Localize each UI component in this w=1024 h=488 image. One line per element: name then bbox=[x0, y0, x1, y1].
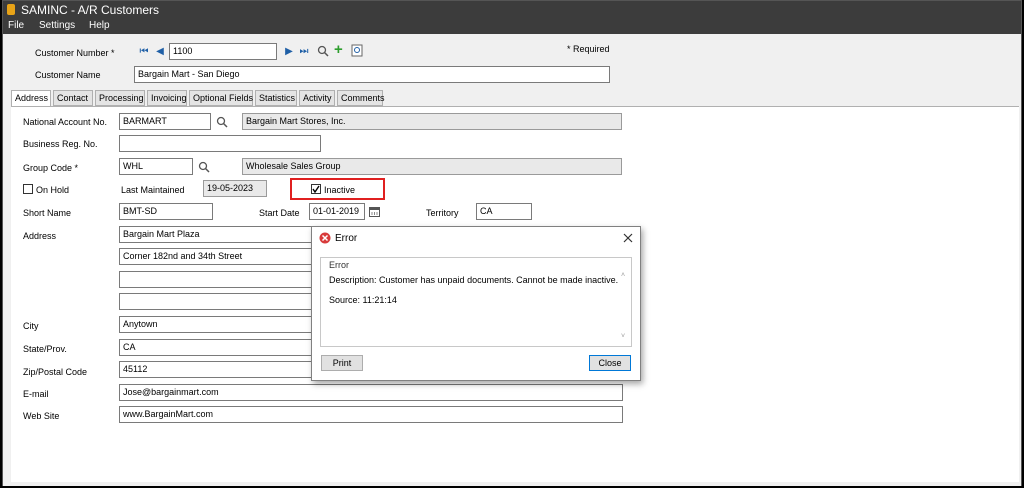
on-hold-checkbox[interactable] bbox=[23, 184, 33, 194]
state-label: State/Prov. bbox=[23, 344, 67, 354]
close-button[interactable]: Close bbox=[589, 355, 631, 371]
territory-label: Territory bbox=[426, 208, 459, 218]
error-group: Error Description: Customer has unpaid d… bbox=[320, 257, 632, 347]
add-record-icon[interactable]: + bbox=[334, 42, 343, 57]
tab-processing[interactable]: Processing bbox=[95, 90, 145, 106]
finder-icon[interactable] bbox=[317, 45, 329, 57]
national-account-finder-icon[interactable] bbox=[216, 116, 228, 128]
menu-settings[interactable]: Settings bbox=[39, 20, 75, 31]
tab-invoicing[interactable]: Invoicing bbox=[147, 90, 187, 106]
website-input[interactable]: www.BargainMart.com bbox=[119, 406, 623, 423]
business-reg-label: Business Reg. No. bbox=[23, 139, 98, 149]
short-name-input[interactable]: BMT-SD bbox=[119, 203, 213, 220]
print-button[interactable]: Print bbox=[321, 355, 363, 371]
group-code-description: Wholesale Sales Group bbox=[242, 158, 622, 175]
website-label: Web Site bbox=[23, 411, 60, 421]
email-label: E-mail bbox=[23, 389, 49, 399]
group-code-finder-icon[interactable] bbox=[198, 161, 210, 173]
title-bar: SAMINC - A/R Customers bbox=[3, 1, 1021, 19]
zoom-icon[interactable] bbox=[351, 44, 363, 57]
menu-file[interactable]: File bbox=[8, 20, 24, 31]
required-note: * Required bbox=[567, 44, 610, 54]
territory-input[interactable]: CA bbox=[476, 203, 532, 220]
error-group-label: Error bbox=[329, 260, 349, 270]
group-code-input[interactable]: WHL bbox=[119, 158, 193, 175]
business-reg-input[interactable] bbox=[119, 135, 321, 152]
error-description: Description: Customer has unpaid documen… bbox=[329, 275, 619, 285]
start-date-input[interactable]: 01-01-2019 bbox=[309, 203, 365, 220]
national-account-label: National Account No. bbox=[23, 117, 108, 127]
customer-name-label: Customer Name bbox=[35, 70, 101, 80]
ar-customers-window: SAMINC - A/R Customers File Settings Hel… bbox=[2, 0, 1022, 486]
close-icon[interactable] bbox=[623, 233, 633, 243]
dialog-title: Error bbox=[335, 233, 358, 244]
tab-optional-fields[interactable]: Optional Fields bbox=[189, 90, 253, 106]
last-maintained-label: Last Maintained bbox=[121, 185, 185, 195]
group-code-label: Group Code * bbox=[23, 163, 79, 173]
national-account-input[interactable]: BARMART bbox=[119, 113, 211, 130]
national-account-description: Bargain Mart Stores, Inc. bbox=[242, 113, 622, 130]
menu-help[interactable]: Help bbox=[89, 20, 110, 31]
zip-label: Zip/Postal Code bbox=[23, 367, 88, 377]
tab-activity[interactable]: Activity bbox=[299, 90, 335, 106]
customer-number-input[interactable]: 1100 bbox=[169, 43, 277, 60]
first-record-icon[interactable]: ⏮ bbox=[139, 46, 149, 58]
calendar-icon[interactable] bbox=[369, 206, 380, 217]
customer-number-label: Customer Number * bbox=[35, 48, 115, 58]
error-source: Source: 11:21:14 bbox=[329, 295, 397, 305]
scroll-down-icon[interactable]: ˅ bbox=[621, 333, 625, 340]
city-label: City bbox=[23, 321, 39, 331]
last-record-icon[interactable]: ⏭ bbox=[299, 46, 309, 58]
tab-address[interactable]: Address bbox=[11, 90, 51, 107]
inactive-highlight-box bbox=[290, 178, 385, 200]
menu-bar: File Settings Help bbox=[3, 19, 1021, 34]
on-hold-label: On Hold bbox=[36, 185, 70, 195]
start-date-label: Start Date bbox=[259, 208, 300, 218]
tab-statistics[interactable]: Statistics bbox=[255, 90, 297, 106]
error-dialog: Error Error Description: Customer has un… bbox=[311, 226, 641, 381]
message-scrollbar[interactable]: ˄ ˅ bbox=[621, 272, 629, 340]
email-input[interactable]: Jose@bargainmart.com bbox=[119, 384, 623, 401]
tab-comments[interactable]: Comments bbox=[337, 90, 385, 106]
next-record-icon[interactable]: ▶ bbox=[284, 46, 294, 58]
customer-name-input[interactable]: Bargain Mart - San Diego bbox=[134, 66, 610, 83]
window-title: SAMINC - A/R Customers bbox=[21, 3, 160, 17]
last-maintained-value: 19-05-2023 bbox=[203, 180, 267, 197]
address-label: Address bbox=[23, 231, 57, 241]
error-icon bbox=[319, 232, 331, 244]
short-name-label: Short Name bbox=[23, 208, 72, 218]
tab-contact[interactable]: Contact bbox=[53, 90, 93, 106]
scroll-up-icon[interactable]: ˄ bbox=[621, 272, 625, 279]
app-icon bbox=[7, 4, 15, 15]
previous-record-icon[interactable]: ◀ bbox=[155, 46, 165, 58]
